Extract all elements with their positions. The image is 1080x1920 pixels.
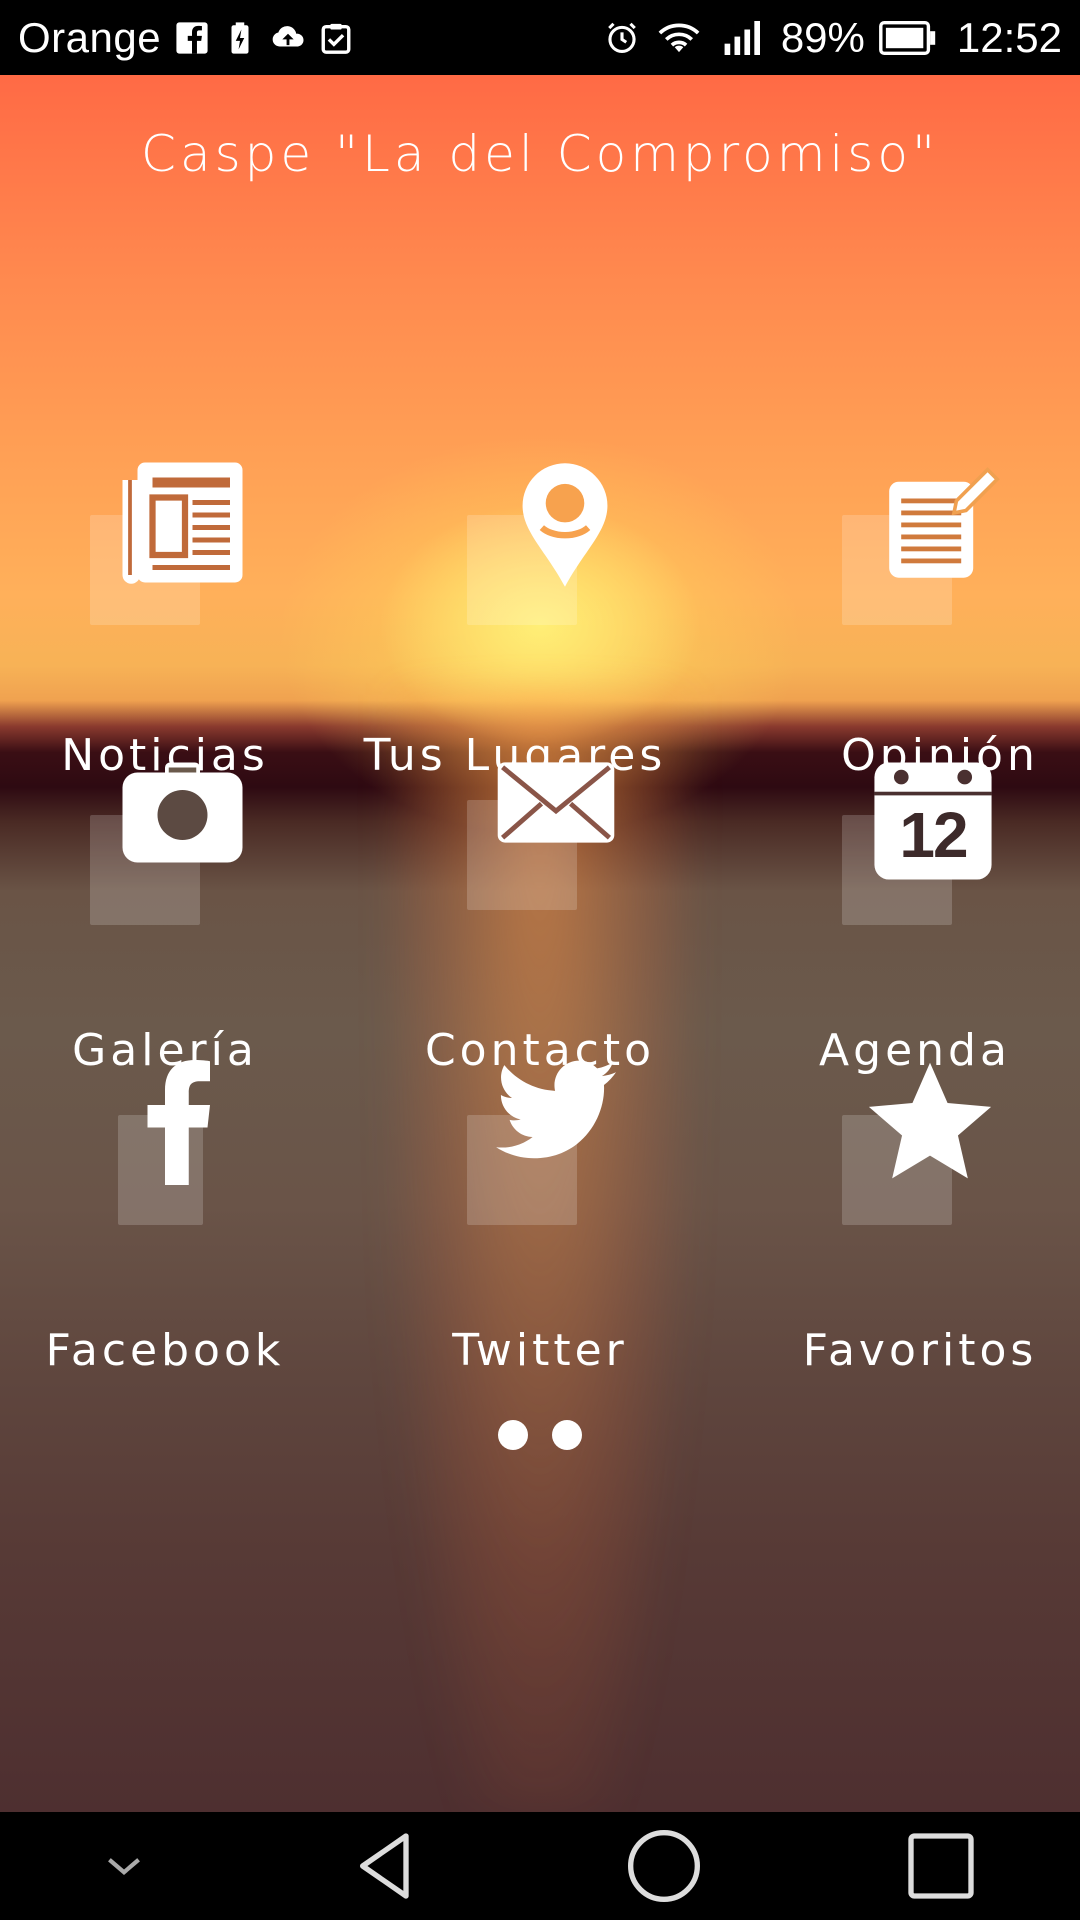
status-bar: Orange 89% 12:52 (0, 0, 1080, 75)
battery-percent: 89% (780, 13, 865, 61)
menu-item-twitter[interactable]: Twitter (380, 1060, 700, 1376)
page-title: Caspe "La del Compromiso" (141, 125, 939, 183)
alarm-icon (605, 21, 639, 55)
facebook-icon (175, 21, 209, 55)
battery-icon (878, 20, 937, 55)
home-icon[interactable] (624, 1826, 704, 1906)
newspaper-icon (120, 460, 245, 585)
menu-item-galeria[interactable]: Galería (5, 760, 325, 1076)
calendar-day: 12 (899, 799, 968, 871)
navigation-bar (0, 1812, 1080, 1920)
map-pin-icon (520, 460, 610, 590)
carrier-label: Orange (18, 13, 162, 61)
notepad-pencil-icon (882, 460, 1002, 585)
menu-label: Facebook (45, 1325, 285, 1376)
menu-item-tus-lugares[interactable]: Tus Lugares (364, 460, 700, 781)
menu-label: Twitter (452, 1325, 628, 1376)
signal-icon (719, 20, 767, 55)
recents-icon[interactable] (901, 1826, 981, 1906)
menu-item-favoritos[interactable]: Favoritos (760, 1060, 1080, 1376)
battery-charging-icon (223, 21, 257, 55)
cloud-upload-icon (271, 21, 305, 55)
home-screen: Caspe "La del Compromiso" Noticias Tus L… (0, 75, 1080, 1812)
page-dot-1[interactable] (498, 1420, 528, 1450)
page-dot-2[interactable] (552, 1420, 582, 1450)
menu-item-facebook[interactable]: Facebook (5, 1060, 325, 1376)
back-icon[interactable] (346, 1826, 426, 1906)
wifi-icon (653, 21, 705, 55)
clock: 12:52 (956, 13, 1062, 61)
menu-label: Favoritos (802, 1325, 1038, 1376)
menu-item-agenda[interactable]: 12 Agenda (760, 760, 1080, 1076)
twitter-bird-icon (495, 1060, 620, 1160)
menu-item-opinion[interactable]: Opinión (760, 460, 1080, 781)
page-indicator (0, 1420, 1080, 1450)
menu-item-noticias[interactable]: Noticias (5, 460, 325, 781)
star-icon (865, 1060, 995, 1185)
envelope-icon (495, 760, 617, 845)
facebook-logo-icon (145, 1060, 215, 1185)
clipboard-check-icon (319, 21, 353, 55)
camera-icon (120, 760, 245, 870)
chevron-down-icon[interactable] (99, 1826, 149, 1906)
menu-item-contacto[interactable]: Contacto (380, 760, 700, 1076)
